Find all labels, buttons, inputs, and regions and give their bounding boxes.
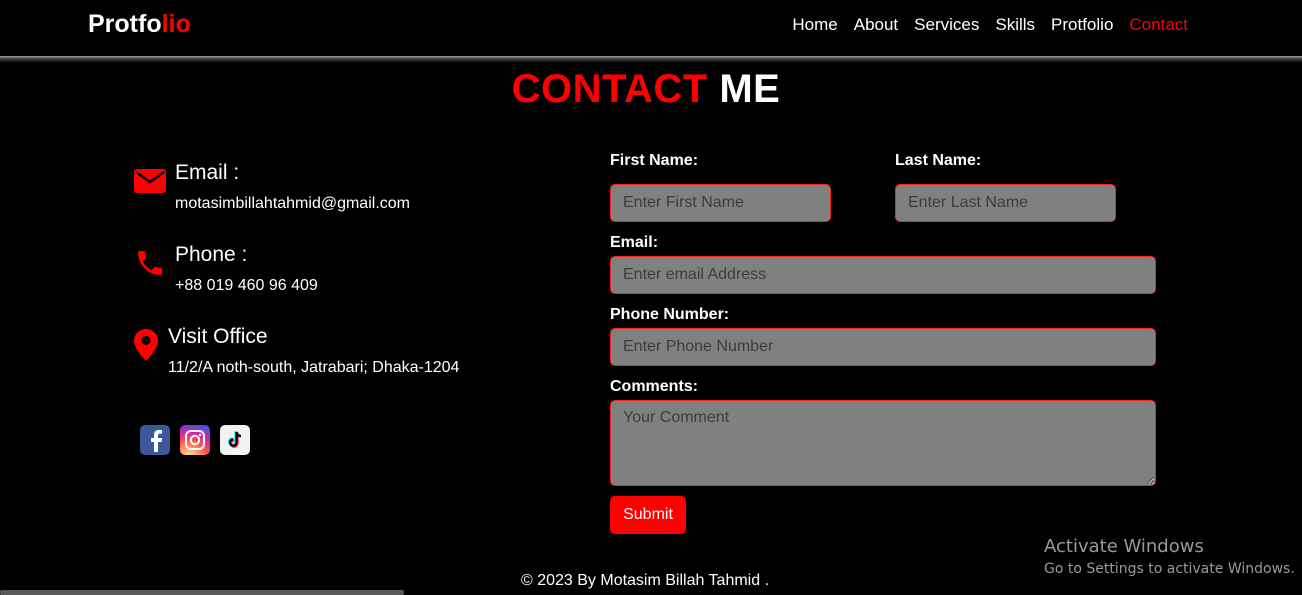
email-value: motasimbillahtahmid@gmail.com [175, 195, 410, 212]
phone-title: Phone : [175, 243, 248, 266]
horizontal-scrollbar[interactable] [0, 590, 404, 595]
nav-contact[interactable]: Contact [1129, 15, 1188, 35]
first-name-input[interactable] [610, 184, 831, 222]
social-links [140, 425, 250, 455]
windows-activation-watermark: Activate Windows Go to Settings to activ… [1044, 536, 1295, 577]
nav-skills[interactable]: Skills [995, 15, 1035, 35]
comments-textarea[interactable] [610, 400, 1156, 486]
email-input[interactable] [610, 256, 1156, 294]
nav-about[interactable]: About [854, 15, 898, 35]
brand-accent: lio [161, 10, 191, 38]
page-title: CONTACT ME [0, 67, 1292, 112]
watermark-title: Activate Windows [1044, 536, 1204, 557]
email-title: Email : [175, 161, 240, 184]
first-name-label: First Name: [610, 152, 699, 169]
nav-services[interactable]: Services [914, 15, 979, 35]
page-title-white: ME [719, 67, 781, 111]
nav-protfolio[interactable]: Protfolio [1051, 15, 1113, 35]
navbar-shadow [0, 56, 1302, 63]
submit-button[interactable]: Submit [610, 496, 686, 534]
phone-icon [134, 246, 166, 285]
phone-input[interactable] [610, 328, 1156, 366]
email-label: Email: [610, 234, 659, 251]
brand-logo[interactable]: Protfolio [88, 10, 191, 39]
brand-main: Protfo [88, 10, 162, 38]
phone-label: Phone Number: [610, 306, 730, 323]
watermark-subtitle: Go to Settings to activate Windows. [1044, 561, 1295, 577]
envelope-icon [134, 169, 166, 198]
last-name-input[interactable] [895, 184, 1116, 222]
tiktok-icon[interactable] [220, 425, 250, 455]
comments-label: Comments: [610, 378, 699, 395]
office-title: Visit Office [168, 325, 268, 348]
map-pin-icon [134, 329, 158, 366]
navbar: Protfolio Home About Services Skills Pro… [0, 0, 1302, 63]
facebook-icon[interactable] [140, 425, 170, 455]
office-value: 11/2/A noth-south, Jatrabari; Dhaka-1204 [168, 359, 460, 376]
phone-value: +88 019 460 96 409 [175, 277, 318, 294]
instagram-icon[interactable] [180, 425, 210, 455]
last-name-label: Last Name: [895, 152, 982, 169]
nav-menu: Home About Services Skills Protfolio Con… [792, 15, 1188, 35]
page-title-red: CONTACT [511, 67, 708, 111]
nav-home[interactable]: Home [792, 15, 837, 35]
